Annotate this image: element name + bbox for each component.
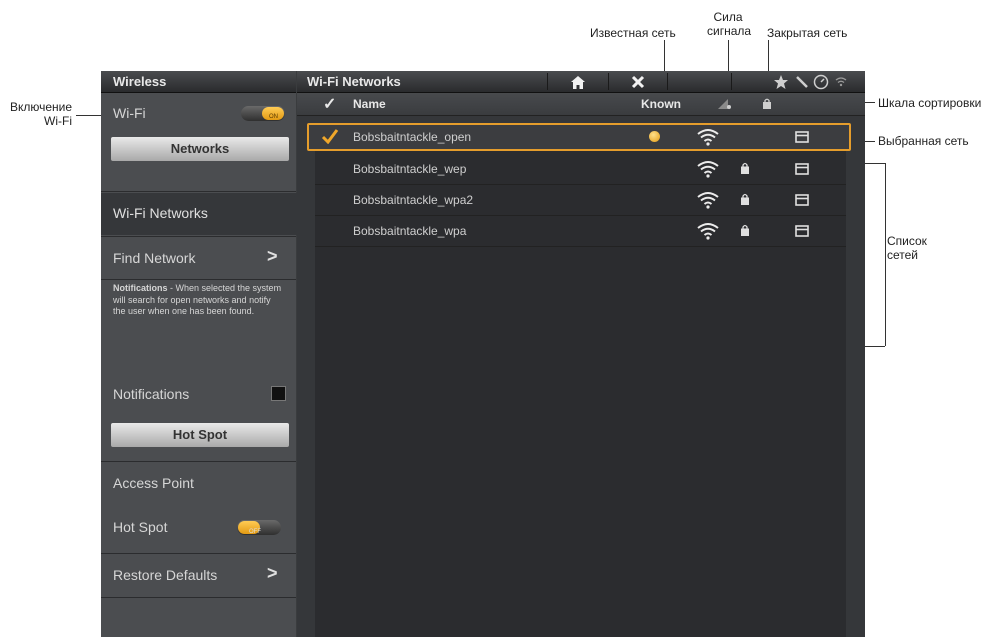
right-panel-title: Wi-Fi Networks — [307, 74, 401, 89]
header-divider — [547, 73, 548, 90]
wifi-signal-icon — [697, 129, 719, 146]
selection-arrow-icon — [282, 193, 297, 235]
network-name: Bobsbaitntackle_open — [353, 130, 472, 144]
wifi-row: Wi-Fi ON — [101, 93, 296, 133]
hotspot-label: Hot Spot — [113, 519, 168, 535]
wifi-label: Wi-Fi — [113, 105, 146, 121]
signal-sort-icon[interactable] — [717, 98, 731, 110]
status-icons — [773, 74, 863, 90]
network-details-icon[interactable] — [795, 225, 809, 237]
left-panel: Wi-Fi ON Networks Wi-Fi Networks Find Ne… — [101, 93, 297, 637]
annotation-network-list-text: Список сетей — [887, 234, 927, 262]
left-header: Wireless — [101, 71, 296, 93]
network-details-icon[interactable] — [795, 163, 809, 175]
wifi-small-icon — [835, 77, 847, 87]
annotation-selected-network: Выбранная сеть — [878, 134, 969, 148]
network-row[interactable]: Bobsbaitntackle_wpa2 — [315, 186, 846, 214]
compass-icon — [813, 74, 829, 90]
row-divider — [315, 246, 846, 247]
selected-check-icon — [321, 129, 339, 144]
restore-defaults-item[interactable]: Restore Defaults > — [101, 555, 296, 595]
wifi-toggle[interactable]: ON — [241, 106, 285, 121]
wifi-signal-icon — [697, 161, 719, 178]
divider — [101, 191, 296, 192]
notifications-checkbox[interactable] — [271, 386, 286, 401]
hotspot-row: Hot Spot OFF — [101, 511, 296, 547]
network-row[interactable]: Bobsbaitntackle_wep — [315, 155, 846, 183]
network-details-icon[interactable] — [795, 131, 809, 143]
header-divider — [731, 73, 732, 90]
network-details-icon[interactable] — [795, 194, 809, 206]
notifications-row: Notifications — [101, 378, 296, 414]
row-divider — [315, 215, 846, 216]
divider — [101, 553, 296, 554]
close-icon — [631, 75, 645, 89]
divider — [101, 597, 296, 598]
known-network-dot-icon — [649, 131, 660, 142]
chevron-right-icon: > — [267, 246, 278, 266]
annotation-known-network: Известная сеть — [590, 26, 676, 40]
network-name: Bobsbaitntackle_wpa — [353, 224, 467, 238]
header-divider — [667, 73, 668, 90]
restore-defaults-label: Restore Defaults — [113, 567, 218, 583]
lock-icon — [741, 224, 749, 236]
lock-icon — [741, 193, 749, 205]
wifi-networks-label: Wi-Fi Networks — [113, 205, 208, 221]
wifi-signal-icon — [697, 223, 719, 240]
left-panel-title: Wireless — [113, 74, 167, 89]
lock-icon — [741, 162, 749, 174]
close-button[interactable] — [610, 73, 666, 91]
sort-name-label[interactable]: Name — [353, 97, 386, 111]
header-divider — [608, 73, 609, 90]
find-network-label: Find Network — [113, 250, 196, 266]
wifi-signal-icon — [697, 192, 719, 209]
right-panel: ✓ Name Known Bobsbaitntackle_open Bobsba… — [297, 93, 865, 637]
notifications-label: Notifications — [113, 386, 190, 402]
annotation-bracket-vertical — [885, 163, 886, 346]
access-point-item[interactable]: Access Point — [101, 465, 296, 501]
network-row[interactable]: Bobsbaitntackle_open — [315, 123, 846, 151]
annotation-closed-network: Закрытая сеть — [767, 26, 848, 40]
divider — [101, 236, 296, 237]
divider — [101, 461, 296, 462]
network-row[interactable]: Bobsbaitntackle_wpa — [315, 217, 846, 245]
star-icon — [774, 75, 788, 89]
sort-check-icon: ✓ — [323, 96, 337, 113]
hotspot-toggle[interactable]: OFF — [237, 520, 281, 535]
chevron-right-icon: > — [267, 563, 278, 583]
find-network-item[interactable]: Find Network > — [101, 238, 296, 278]
notifications-description-title: Notifications — [113, 283, 168, 293]
wireless-settings-screen: Wireless Wi-Fi Networks Wi-Fi ON Network… — [101, 71, 865, 637]
notifications-description: Notifications - When selected the system… — [113, 283, 283, 318]
annotation-sort-bar: Шкала сортировки — [878, 96, 982, 110]
annotation-signal-strength: Сила сигнала — [707, 10, 752, 38]
annotation-wifi-toggle-text: Включение Wi-Fi — [9, 100, 72, 128]
annotation-wifi-toggle: Включение Wi-Fi — [6, 100, 72, 128]
home-icon — [571, 76, 585, 89]
annotation-network-list: Список сетей — [887, 234, 927, 262]
networks-section-header: Networks — [111, 137, 289, 161]
network-name: Bobsbaitntackle_wep — [353, 162, 467, 176]
tools-icon — [796, 76, 808, 88]
hotspot-toggle-state: OFF — [249, 529, 261, 535]
lock-sort-icon[interactable] — [763, 98, 771, 109]
right-header: Wi-Fi Networks — [297, 71, 865, 93]
access-point-label: Access Point — [113, 475, 194, 491]
hotspot-section-header: Hot Spot — [111, 423, 289, 447]
wifi-toggle-state: ON — [269, 114, 278, 120]
home-button[interactable] — [549, 73, 607, 91]
row-divider — [315, 184, 846, 185]
annotation-signal-strength-text: Сила сигнала — [707, 10, 752, 38]
wifi-networks-item[interactable]: Wi-Fi Networks — [101, 193, 297, 235]
sort-known-label[interactable]: Known — [641, 97, 681, 111]
annotation-line — [76, 115, 102, 116]
network-name: Bobsbaitntackle_wpa2 — [353, 193, 474, 207]
divider — [101, 279, 296, 280]
sort-bar[interactable]: ✓ Name Known — [297, 93, 865, 116]
